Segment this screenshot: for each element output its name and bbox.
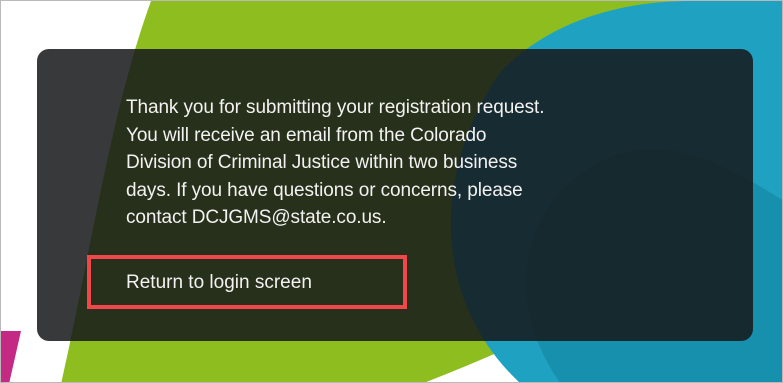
screenshot-frame: Thank you for submitting your registrati…	[0, 0, 783, 383]
confirmation-panel: Thank you for submitting your registrati…	[37, 49, 753, 341]
message-line: Thank you for submitting your registrati…	[126, 97, 545, 118]
message-line: contact DCJGMS@state.co.us.	[126, 207, 387, 228]
return-to-login-link[interactable]: Return to login screen	[87, 255, 407, 309]
magenta-shape	[1, 331, 21, 382]
message-line: You will receive an email from the Color…	[126, 124, 487, 146]
confirmation-message: Thank you for submitting your registrati…	[126, 94, 666, 232]
message-line: Division of Criminal Justice within two …	[126, 152, 518, 173]
message-line: days. If you have questions or concerns,…	[126, 179, 523, 201]
return-to-login-label: Return to login screen	[126, 272, 312, 293]
